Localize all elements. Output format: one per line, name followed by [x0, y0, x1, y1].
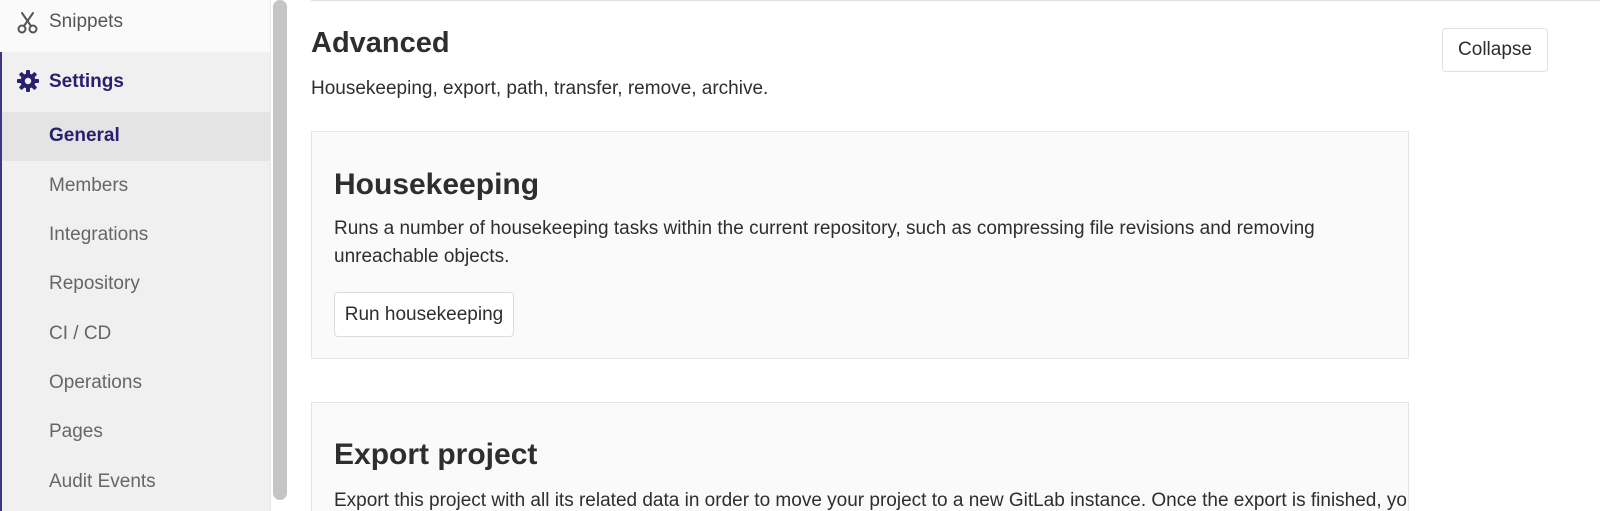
divider [311, 0, 1600, 1]
scissors-icon [17, 11, 39, 35]
sidebar-item-snippets[interactable]: Snippets [0, 0, 270, 50]
export-project-title: Export project [334, 438, 538, 471]
sidebar-item-label: General [49, 125, 120, 146]
sidebar-settings-group: Settings General Members Integrations Re… [0, 52, 270, 511]
sidebar: Snippets Settings General Members Integr… [0, 0, 271, 511]
sidebar-item-label: Members [49, 175, 129, 196]
section-description: Housekeeping, export, path, transfer, re… [311, 78, 769, 99]
sidebar-item-label: Operations [49, 372, 142, 393]
main-content: Advanced Housekeeping, export, path, tra… [290, 0, 1600, 511]
export-project-description: Export this project with all its related… [334, 490, 1409, 511]
sidebar-item-general[interactable]: General [2, 112, 270, 161]
export-project-card: Export project Export this project with … [311, 402, 1409, 511]
sidebar-item-label: Repository [49, 273, 140, 294]
sidebar-item-integrations[interactable]: Integrations [2, 211, 270, 260]
sidebar-item-label: Snippets [49, 11, 123, 32]
housekeeping-description: Runs a number of housekeeping tasks with… [334, 218, 1315, 267]
section-title: Advanced [311, 27, 450, 59]
collapse-button[interactable]: Collapse [1442, 28, 1548, 72]
sidebar-item-pages[interactable]: Pages [2, 408, 270, 457]
housekeeping-card: Housekeeping Runs a number of housekeepi… [311, 131, 1409, 359]
run-housekeeping-button[interactable]: Run housekeeping [334, 292, 514, 337]
sidebar-item-label: Pages [49, 421, 103, 442]
sidebar-scrollbar-thumb[interactable] [273, 0, 287, 500]
sidebar-item-label: Integrations [49, 224, 149, 245]
sidebar-item-repository[interactable]: Repository [2, 260, 270, 309]
sidebar-item-settings[interactable]: Settings [2, 52, 270, 112]
sidebar-item-label: CI / CD [49, 323, 112, 344]
sidebar-settings-label: Settings [49, 71, 124, 92]
sidebar-item-audit-events[interactable]: Audit Events [2, 458, 270, 507]
sidebar-item-members[interactable]: Members [2, 162, 270, 211]
sidebar-item-ci-cd[interactable]: CI / CD [2, 310, 270, 359]
gear-icon [16, 69, 40, 93]
housekeeping-title: Housekeeping [334, 168, 540, 201]
sidebar-item-operations[interactable]: Operations [2, 359, 270, 408]
app-root: Snippets Settings General Members Integr… [0, 0, 1600, 511]
sidebar-item-label: Audit Events [49, 471, 156, 492]
